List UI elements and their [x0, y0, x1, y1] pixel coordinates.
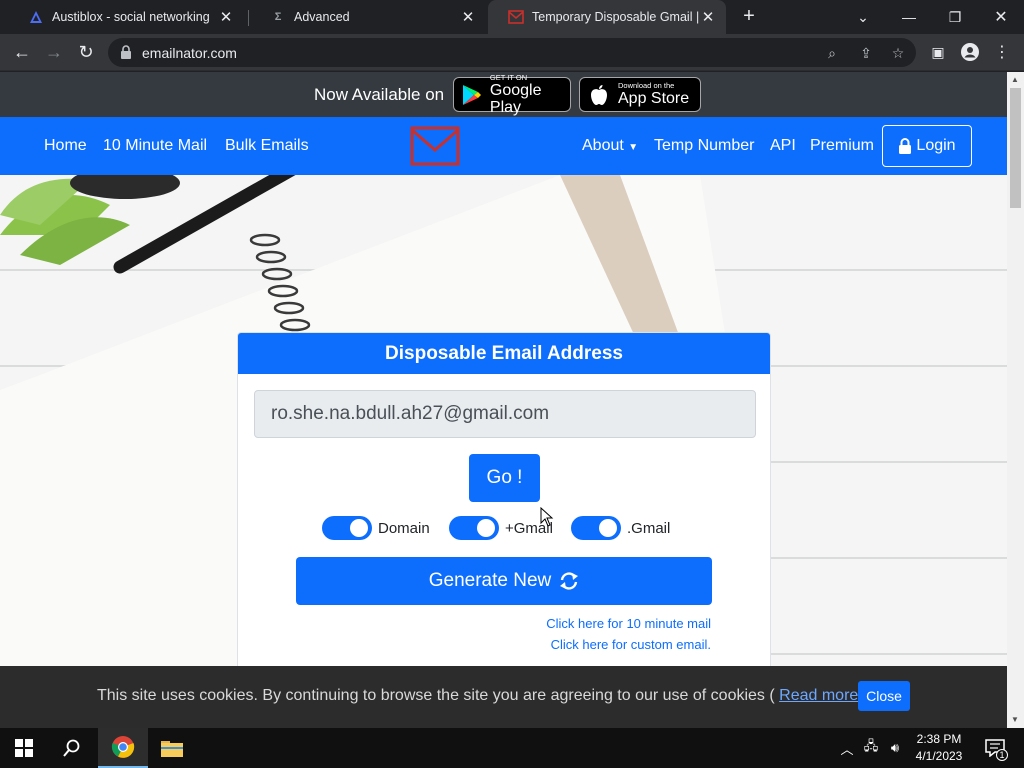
tab-close-icon[interactable]: ✕: [460, 8, 476, 26]
network-icon[interactable]: 🖧: [860, 728, 882, 768]
page-viewport: Now Available on GET IT ON Google Play D…: [0, 72, 1007, 728]
browser-tab-strip: Austiblox - social networking ✕ Σ Advanc…: [0, 0, 1024, 34]
side-panel-icon[interactable]: ▣: [928, 42, 948, 62]
app-store-small: Download on the: [618, 81, 675, 90]
lock-icon: [899, 138, 912, 154]
volume-icon[interactable]: 🔊︎: [884, 728, 906, 768]
google-play-big: Google Play: [489, 81, 542, 116]
nav-about-label: About: [582, 137, 624, 154]
tab-title: Temporary Disposable Gmail | Te: [532, 10, 700, 24]
page-scrollbar[interactable]: ▲ ▼: [1007, 72, 1024, 728]
menu-kebab-icon[interactable]: ⋮: [992, 42, 1012, 62]
nav-api[interactable]: API: [770, 137, 796, 155]
emailnator-favicon-icon: [508, 9, 524, 25]
toggle-label: .Gmail: [627, 519, 671, 537]
tab-close-icon[interactable]: ✕: [700, 8, 716, 26]
generate-label: Generate New: [428, 570, 552, 591]
nav-bulk-emails[interactable]: Bulk Emails: [225, 137, 309, 155]
back-arrow-icon[interactable]: ←: [10, 40, 34, 64]
cookie-message: This site uses cookies. By continuing to…: [97, 687, 775, 704]
nav-10-minute-mail[interactable]: 10 Minute Mail: [103, 137, 207, 155]
tab-austiblox[interactable]: Austiblox - social networking ✕: [8, 0, 244, 34]
cookie-text: This site uses cookies. By continuing to…: [97, 687, 864, 705]
domain-switch[interactable]: [322, 516, 372, 540]
email-address-field[interactable]: ro.she.na.bdull.ah27@gmail.com: [254, 390, 756, 438]
bookmark-star-icon[interactable]: ☆: [890, 45, 906, 61]
google-play-small: GET IT ON: [489, 72, 528, 82]
scroll-up-icon[interactable]: ▲: [1011, 75, 1019, 84]
login-button[interactable]: Login: [882, 125, 972, 167]
reload-icon[interactable]: ↻: [74, 40, 98, 64]
notification-count: 1: [996, 749, 1008, 761]
address-bar[interactable]: emailnator.com ⌕ ⇪ ☆: [108, 38, 916, 67]
tab-advanced[interactable]: Σ Advanced ✕: [250, 0, 486, 34]
forward-arrow-icon[interactable]: →: [42, 40, 66, 64]
tray-chevron-up-icon[interactable]: ︿: [836, 728, 858, 768]
taskbar-search-icon[interactable]: [48, 728, 96, 768]
notification-center-icon[interactable]: 1: [978, 728, 1012, 768]
nav-temp-number[interactable]: Temp Number: [654, 137, 754, 155]
profile-icon[interactable]: [960, 42, 980, 62]
chrome-taskbar-icon[interactable]: [98, 728, 148, 768]
app-promo-bar: Now Available on GET IT ON Google Play D…: [0, 72, 1007, 117]
restore-icon[interactable]: ❐: [932, 0, 978, 34]
email-generator-card: Disposable Email Address ro.she.na.bdull…: [237, 332, 771, 672]
cookie-close-button[interactable]: Close: [858, 681, 910, 711]
login-label: Login: [916, 137, 956, 154]
generate-new-button[interactable]: Generate New: [296, 557, 712, 605]
scrollbar-thumb[interactable]: [1010, 88, 1021, 208]
google-play-badge[interactable]: GET IT ON Google Play: [453, 72, 571, 116]
nav-premium[interactable]: Premium: [810, 137, 874, 155]
plus-gmail-switch[interactable]: [449, 516, 499, 540]
tab-emailnator[interactable]: Temporary Disposable Gmail | Te ✕: [488, 0, 726, 34]
go-button[interactable]: Go !: [469, 454, 540, 502]
share-icon[interactable]: ⇪: [858, 45, 874, 61]
tab-close-icon[interactable]: ✕: [218, 8, 234, 26]
url-text: emailnator.com: [142, 45, 237, 61]
caret-down-icon: ▼: [628, 142, 639, 153]
lock-icon: [121, 45, 131, 59]
mouse-cursor-icon: [540, 507, 554, 527]
apple-icon: [586, 82, 612, 108]
refresh-icon: [560, 572, 579, 590]
file-explorer-icon[interactable]: [148, 728, 196, 768]
app-store-badge[interactable]: Download on the App Store: [579, 77, 701, 112]
close-window-icon[interactable]: ✕: [978, 0, 1024, 34]
read-more-link[interactable]: Read more: [779, 687, 858, 704]
dot-gmail-switch[interactable]: [571, 516, 621, 540]
ten-minute-mail-link[interactable]: Click here for 10 minute mail: [546, 616, 711, 631]
card-title: Disposable Email Address: [238, 333, 770, 374]
emailnator-logo-icon[interactable]: [410, 126, 460, 166]
cookie-banner: This site uses cookies. By continuing to…: [0, 666, 1007, 728]
google-play-icon: [460, 82, 484, 108]
custom-email-link[interactable]: Click here for custom email.: [551, 637, 711, 652]
app-store-big: App Store: [618, 90, 690, 107]
windows-start-icon[interactable]: [0, 728, 48, 768]
advanced-favicon-icon: Σ: [274, 11, 282, 23]
nav-about-dropdown[interactable]: About ▼: [582, 137, 638, 155]
austiblox-favicon-icon: [28, 9, 44, 25]
toggle-label: Domain: [378, 519, 430, 537]
zoom-search-icon[interactable]: ⌕: [824, 45, 840, 61]
clock-date[interactable]: 4/1/2023: [910, 749, 968, 763]
new-tab-icon[interactable]: +: [738, 6, 760, 28]
browser-toolbar: ← → ↻ emailnator.com ⌕ ⇪ ☆ ▣ ⋮: [0, 34, 1024, 71]
nav-home[interactable]: Home: [44, 137, 87, 155]
scroll-down-icon[interactable]: ▼: [1011, 715, 1019, 724]
toggle-domain[interactable]: Domain: [322, 516, 430, 540]
tab-search-chevron-icon[interactable]: ⌄: [840, 0, 886, 34]
minimize-icon[interactable]: —: [886, 0, 932, 34]
site-navbar: Home 10 Minute Mail Bulk Emails About ▼ …: [0, 117, 1007, 175]
tab-title: Advanced: [294, 10, 350, 24]
promo-text: Now Available on: [314, 85, 445, 104]
clock-time[interactable]: 2:38 PM: [910, 732, 968, 746]
windows-taskbar: ︿ 🖧 🔊︎ 2:38 PM 4/1/2023 1: [0, 728, 1024, 768]
tab-title: Austiblox - social networking: [52, 10, 210, 24]
toggle-plus-gmail[interactable]: +Gmail: [449, 516, 553, 540]
toggle-dot-gmail[interactable]: .Gmail: [571, 516, 670, 540]
